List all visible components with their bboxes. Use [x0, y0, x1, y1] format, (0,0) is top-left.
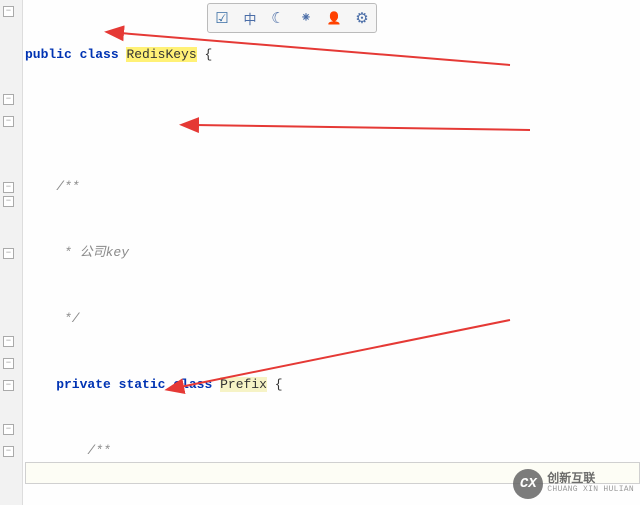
fold-toggle[interactable]: −: [3, 336, 14, 347]
gear-icon[interactable]: [354, 10, 370, 26]
fold-toggle[interactable]: −: [3, 182, 14, 193]
watermark-sub: CHUANG XIN HULIAN: [547, 486, 634, 495]
code-area[interactable]: public class RedisKeys { /** * 公司key */ …: [25, 0, 640, 505]
fold-toggle[interactable]: −: [3, 94, 14, 105]
floating-toolbar: [207, 3, 377, 33]
fold-toggle[interactable]: −: [3, 380, 14, 391]
fold-toggle[interactable]: −: [3, 248, 14, 259]
gutter: − − − − − − − − − − −: [0, 0, 23, 505]
code-line[interactable]: * 公司key: [25, 242, 640, 264]
check-icon[interactable]: [214, 10, 230, 26]
code-line[interactable]: */: [25, 308, 640, 330]
code-line[interactable]: public class RedisKeys {: [25, 44, 640, 66]
fold-toggle[interactable]: −: [3, 424, 14, 435]
editor-viewport: − − − − − − − − − − − public class Redis…: [0, 0, 640, 505]
cn-icon[interactable]: [242, 10, 258, 26]
code-line[interactable]: private static class Prefix {: [25, 374, 640, 396]
moon-icon[interactable]: [270, 10, 286, 26]
watermark-logo: CX: [513, 469, 543, 499]
code-line[interactable]: /**: [25, 440, 640, 462]
fold-toggle[interactable]: −: [3, 446, 14, 457]
code-line[interactable]: [25, 110, 640, 132]
code-line[interactable]: /**: [25, 176, 640, 198]
fold-toggle[interactable]: −: [3, 196, 14, 207]
fold-toggle[interactable]: −: [3, 6, 14, 17]
fold-toggle[interactable]: −: [3, 116, 14, 127]
user-icon[interactable]: [326, 10, 342, 26]
dots-icon[interactable]: [298, 10, 314, 26]
watermark: CX 创新互联 CHUANG XIN HULIAN: [513, 469, 634, 499]
fold-toggle[interactable]: −: [3, 358, 14, 369]
